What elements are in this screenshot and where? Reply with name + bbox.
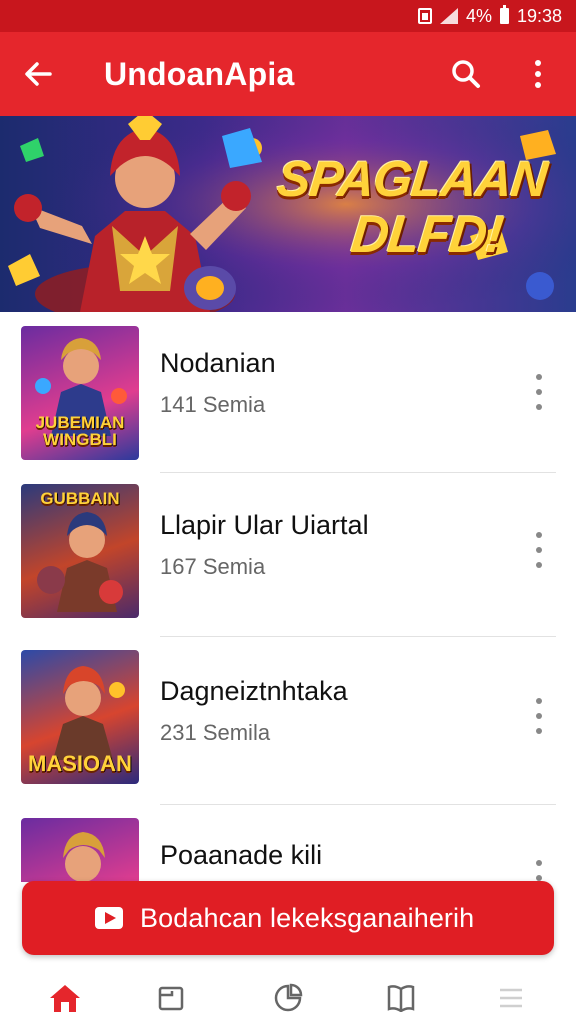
game-subtitle: 231 Semila — [160, 720, 271, 745]
thumbnail-caption: GUBBAIN — [40, 489, 120, 508]
signal-icon — [439, 8, 458, 24]
item-more-button[interactable] — [524, 526, 554, 574]
more-vert-icon — [536, 698, 542, 734]
more-vert-icon — [536, 860, 542, 881]
download-cta-button[interactable]: Bodahcan lekeksganaiherih — [22, 881, 554, 955]
app-title: UndoanApia — [104, 55, 295, 92]
game-subtitle: 167 Semia — [160, 554, 266, 579]
home-icon — [50, 985, 80, 1012]
nav-books[interactable] — [381, 978, 421, 1018]
more-vert-icon — [536, 374, 542, 410]
explore-icon — [274, 983, 303, 1012]
nav-home[interactable] — [45, 978, 85, 1018]
back-arrow-icon — [25, 62, 52, 86]
game-thumbnail: GUBBAIN — [21, 484, 139, 618]
thumbnail-art — [63, 832, 105, 882]
thumbnail-caption: JUBEMIAN WINGBLI — [35, 413, 125, 449]
list-item[interactable]: MASIOAN Dagneiztnhtaka 231 Semila — [0, 644, 576, 810]
overflow-menu-button[interactable] — [518, 44, 558, 104]
nav-list[interactable] — [491, 978, 531, 1018]
featured-banner[interactable]: SPAGLAAN DLFD! — [0, 116, 576, 312]
nav-explore[interactable] — [268, 978, 308, 1018]
back-button[interactable] — [0, 32, 76, 116]
more-vert-icon — [535, 60, 541, 88]
divider — [160, 472, 556, 473]
banner-title-line1: SPAGLAAN — [274, 151, 550, 207]
list-item[interactable]: Poaanade kili — [0, 810, 576, 882]
game-title: Poaanade kili — [160, 840, 323, 870]
banner-title-line2: DLFD! — [348, 206, 506, 264]
list-icon — [500, 988, 522, 1008]
list-item[interactable]: JUBEMIAN WINGBLI Nodanian 141 Semia — [0, 312, 576, 478]
cta-label: Bodahcan lekeksganaiherih — [140, 902, 475, 933]
item-more-button[interactable] — [524, 854, 554, 882]
sim-icon — [417, 8, 432, 24]
item-more-button[interactable] — [524, 692, 554, 740]
bottom-navigation — [0, 964, 576, 1024]
app-bar: UndoanApia — [0, 32, 576, 116]
play-icon — [94, 903, 124, 933]
game-title: Dagneiztnhtaka — [160, 676, 348, 706]
nav-library[interactable] — [151, 978, 191, 1018]
search-icon — [452, 60, 480, 88]
game-title: Llapir Ular Uiartal — [160, 510, 369, 540]
game-thumbnail: MASIOAN — [21, 650, 139, 784]
search-button[interactable] — [442, 44, 490, 104]
clock: 19:38 — [516, 5, 562, 26]
game-subtitle: 141 Semia — [160, 392, 266, 417]
list-item[interactable]: GUBBAIN Llapir Ular Uiartal 167 Semia — [0, 478, 576, 644]
book-icon — [387, 985, 415, 1012]
battery-percent: 4% — [465, 5, 492, 26]
divider — [160, 804, 556, 805]
game-thumbnail — [21, 818, 139, 882]
more-vert-icon — [536, 532, 542, 568]
game-title: Nodanian — [160, 348, 276, 378]
battery-icon — [499, 5, 509, 24]
divider — [160, 636, 556, 637]
library-icon — [158, 986, 184, 1011]
status-bar: 4% 19:38 — [0, 0, 576, 32]
thumbnail-caption: MASIOAN — [28, 751, 132, 776]
banner-title: SPAGLAAN DLFD! — [262, 151, 562, 264]
game-thumbnail: JUBEMIAN WINGBLI — [21, 326, 139, 460]
item-more-button[interactable] — [524, 368, 554, 416]
